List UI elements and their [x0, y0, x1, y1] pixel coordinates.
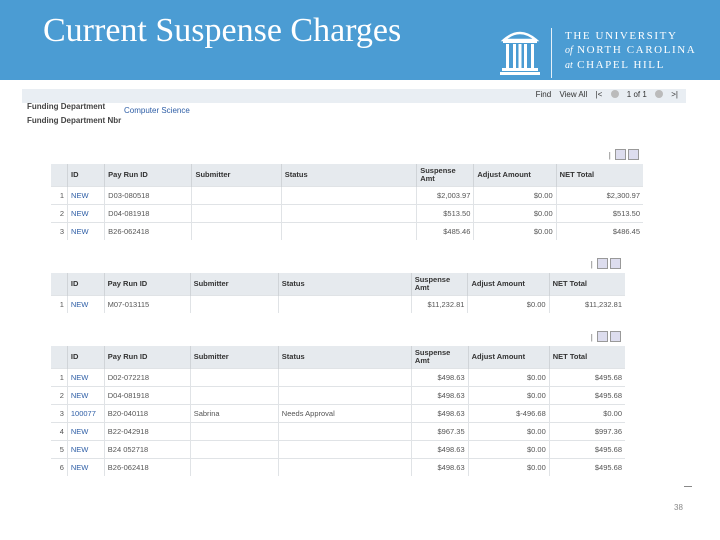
funding-department-nbr: Funding Department Nbr: [27, 116, 122, 125]
col-net: NET Total: [548, 273, 625, 296]
col-id: ID: [66, 346, 105, 369]
table-row: 1 NEW M07-013115 $11,232.81 $0.00 $11,23…: [51, 295, 625, 313]
col-pay-run: Pay Run ID: [104, 164, 192, 187]
university-wordmark: THE UNIVERSITY of NORTH CAROLINA at CHAP…: [565, 30, 697, 71]
table-row: 2 NEW D04-081918 $498.63 $0.00 $495.68: [51, 386, 625, 405]
col-adjust: Adjust Amount: [467, 346, 550, 369]
row-id-link[interactable]: 100077: [66, 404, 105, 423]
suspense-table: ID Pay Run ID Submitter Status Suspense …: [51, 273, 625, 313]
col-suspense: Suspense Amt: [410, 273, 468, 296]
suspense-grid-2: | ID Pay Run ID Submitter Status Suspens…: [51, 258, 625, 317]
row-id-link[interactable]: NEW: [67, 204, 105, 223]
table-row: 4 NEW B22-042918 $967.35 $0.00 $997.36: [51, 422, 625, 441]
record-navigation: Find View All |< 1 of 1 >|: [530, 90, 678, 99]
previous-arrow-icon[interactable]: [610, 90, 619, 98]
zoom-icon[interactable]: [597, 258, 608, 269]
suspense-table: ID Pay Run ID Submitter Status Suspense …: [51, 346, 625, 476]
zoom-icon[interactable]: [615, 149, 626, 160]
next-arrow-icon[interactable]: [655, 90, 664, 98]
download-icon[interactable]: [610, 258, 621, 269]
row-id-link[interactable]: NEW: [66, 386, 105, 405]
table-row: 1 NEW D03-080518 $2,003.97 $0.00 $2,300.…: [51, 186, 643, 205]
table-header-row: ID Pay Run ID Submitter Status Suspense …: [51, 346, 625, 369]
col-pay-run: Pay Run ID: [103, 346, 191, 369]
download-icon[interactable]: [628, 149, 639, 160]
table-header-row: ID Pay Run ID Submitter Status Suspense …: [51, 164, 643, 187]
col-net: NET Total: [555, 164, 643, 187]
row-id-link[interactable]: NEW: [67, 186, 105, 205]
zoom-icon[interactable]: [597, 331, 608, 342]
col-pay-run: Pay Run ID: [103, 273, 191, 296]
grid-tools: |: [591, 331, 621, 342]
view-all-link[interactable]: View All: [559, 90, 587, 99]
slide-number: 38: [674, 503, 683, 512]
row-id-link[interactable]: NEW: [66, 458, 105, 476]
col-submitter: Submitter: [189, 273, 279, 296]
find-link[interactable]: Find: [536, 90, 552, 99]
table-row: 3 100077 B20-040118 Sabrina Needs Approv…: [51, 404, 625, 423]
row-id-link[interactable]: NEW: [66, 295, 105, 313]
table-row: 1 NEW D02-072218 $498.63 $0.00 $495.68: [51, 368, 625, 387]
last-link[interactable]: >|: [671, 90, 678, 99]
navigation-bar: Find View All |< 1 of 1 >|: [22, 89, 686, 103]
table-row: 3 NEW B26-062418 $485.46 $0.00 $486.45: [51, 222, 643, 240]
footer-rule: [684, 486, 692, 487]
col-suspense: Suspense Amt: [410, 346, 469, 369]
row-id-link[interactable]: NEW: [66, 440, 105, 459]
col-adjust: Adjust Amount: [473, 164, 557, 187]
funding-department: Funding Department: [27, 102, 106, 111]
download-icon[interactable]: [610, 331, 621, 342]
col-status: Status: [280, 164, 417, 187]
row-id-link[interactable]: NEW: [66, 422, 105, 441]
slide-header: Current Suspense Charges THE UNIVERSITY …: [0, 0, 720, 80]
col-status: Status: [277, 273, 412, 296]
col-status: Status: [277, 346, 412, 369]
grid-tools: |: [591, 258, 621, 269]
row-id-link[interactable]: NEW: [67, 222, 105, 240]
col-submitter: Submitter: [189, 346, 279, 369]
col-id: ID: [66, 273, 105, 296]
col-suspense: Suspense Amt: [416, 164, 474, 187]
funding-department-value: Computer Science: [124, 106, 190, 115]
grid-tools: |: [609, 149, 639, 160]
suspense-grid-1: | ID Pay Run ID Submitter Status Suspens…: [51, 149, 643, 244]
suspense-table: ID Pay Run ID Submitter Status Suspense …: [51, 164, 643, 240]
row-id-link[interactable]: NEW: [66, 368, 105, 387]
suspense-grid-3: | ID Pay Run ID Submitter Status Suspens…: [51, 331, 625, 482]
logo-divider: [551, 28, 552, 78]
table-row: 6 NEW B26-062418 $498.63 $0.00 $495.68: [51, 458, 625, 476]
table-row: 2 NEW D04-081918 $513.50 $0.00 $513.50: [51, 204, 643, 223]
col-net: NET Total: [548, 346, 625, 369]
table-row: 5 NEW B24 052718 $498.63 $0.00 $495.68: [51, 440, 625, 459]
col-adjust: Adjust Amount: [467, 273, 550, 296]
slide-title: Current Suspense Charges: [43, 12, 402, 49]
col-submitter: Submitter: [191, 164, 282, 187]
first-link[interactable]: |<: [596, 90, 603, 99]
col-id: ID: [67, 164, 105, 187]
table-header-row: ID Pay Run ID Submitter Status Suspense …: [51, 273, 625, 296]
record-range: 1 of 1: [626, 90, 647, 99]
old-well-logo-icon: [500, 31, 540, 75]
